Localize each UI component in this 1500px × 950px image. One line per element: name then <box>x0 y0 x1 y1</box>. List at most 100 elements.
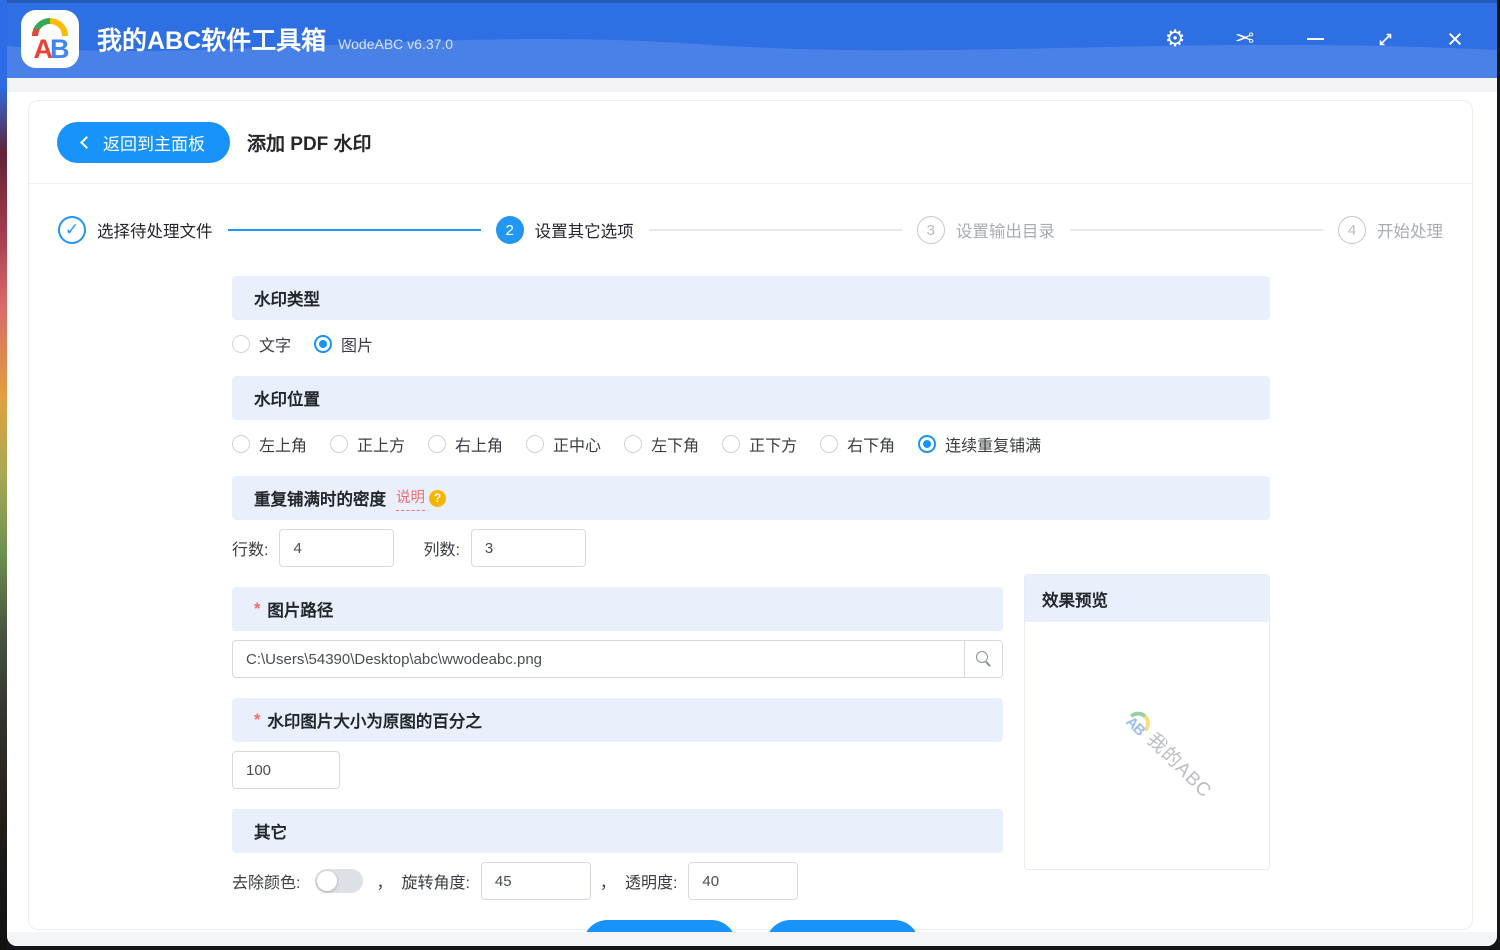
radio-label: 文字 <box>259 338 292 355</box>
opacity-input[interactable] <box>688 862 799 900</box>
radio-position-bottom-center[interactable]: 正下方 <box>722 432 797 456</box>
minimize-button[interactable] <box>1287 17 1343 61</box>
required-mark: * <box>254 599 261 618</box>
radio-position-tile-repeat[interactable]: 连续重复铺满 <box>918 432 1041 456</box>
radio-icon <box>330 435 349 453</box>
chevron-left-icon <box>80 136 93 149</box>
section-title: 图片路径 <box>267 602 334 620</box>
radio-label: 连续重复铺满 <box>945 438 1042 455</box>
radio-icon <box>428 435 447 453</box>
cols-input[interactable] <box>470 529 586 567</box>
radio-label: 右下角 <box>847 438 896 455</box>
section-title: 水印位置 <box>254 391 320 409</box>
radio-icon <box>722 435 741 453</box>
radio-label: 左下角 <box>651 438 700 455</box>
radio-label: 正下方 <box>749 438 798 455</box>
rows-input[interactable] <box>279 529 395 567</box>
size-percent-input[interactable] <box>232 751 340 789</box>
settings-button[interactable]: ⚙ <box>1147 17 1203 61</box>
section-title: 水印类型 <box>254 291 320 309</box>
back-to-dashboard-button[interactable]: 返回到主面板 <box>57 122 230 163</box>
radio-icon <box>232 335 250 353</box>
radio-position-center[interactable]: 正中心 <box>526 432 601 456</box>
search-icon <box>975 651 992 667</box>
back-button-label: 返回到主面板 <box>103 135 205 154</box>
wizard-stepper: ✓ 选择待处理文件 2 设置其它选项 3 设置输出目录 4 开始处理 <box>29 184 1472 276</box>
radio-icon <box>314 335 333 353</box>
stepper-step-select-files: ✓ 选择待处理文件 <box>58 216 213 244</box>
remove-color-toggle[interactable] <box>315 869 364 893</box>
scissors-icon: ✂ <box>1235 25 1255 52</box>
maximize-button[interactable] <box>1357 17 1413 61</box>
radio-position-top-left[interactable]: 左上角 <box>232 432 307 456</box>
separator: ， <box>376 875 393 892</box>
step-label: 开始处理 <box>1377 223 1444 241</box>
radio-label: 正中心 <box>553 438 602 455</box>
titlebar-actions: ⚙ ✂ × <box>1147 17 1483 61</box>
close-button[interactable]: × <box>1427 17 1483 61</box>
cols-label: 列数: <box>423 542 460 559</box>
section-title: 重复铺满时的密度 <box>254 491 386 509</box>
density-help-link[interactable]: 说明 <box>396 486 425 511</box>
image-path-group <box>232 640 1003 678</box>
help-question-icon[interactable]: ? <box>429 489 446 507</box>
radio-position-bottom-left[interactable]: 左下角 <box>624 432 699 456</box>
app-version: WodeABC v6.37.0 <box>338 36 454 52</box>
panel-header: 返回到主面板 添加 PDF 水印 <box>29 101 1472 184</box>
watermark-position-options: 左上角 正上方 右上角 正中心 左下角 正下方 右下角 连续重复铺满 <box>232 429 1270 459</box>
screenshot-button[interactable]: ✂ <box>1217 17 1273 61</box>
preview-title: 效果预览 <box>1025 575 1269 622</box>
app-logo: AB <box>21 10 79 68</box>
other-header: 其它 <box>232 809 1003 853</box>
rotate-angle-input[interactable] <box>480 862 591 900</box>
step-number: 2 <box>495 216 524 244</box>
radio-image-watermark[interactable]: 图片 <box>314 332 373 356</box>
image-path-input[interactable] <box>232 640 965 678</box>
stepper-connector <box>648 229 902 231</box>
desktop-background <box>0 0 7 950</box>
effect-preview-panel: 效果预览 AB 我的ABC <box>1024 574 1270 870</box>
radio-label: 右上角 <box>455 438 504 455</box>
section-title: 水印图片大小为原图的百分之 <box>267 713 482 731</box>
radio-icon <box>624 435 643 453</box>
gear-icon: ⚙ <box>1164 25 1186 52</box>
watermark-type-options: 文字 图片 <box>232 329 1270 359</box>
close-icon: × <box>1447 23 1463 54</box>
radio-icon <box>526 435 545 453</box>
browse-file-button[interactable] <box>965 640 1003 678</box>
radio-label: 左上角 <box>259 438 308 455</box>
radio-label: 图片 <box>341 338 374 355</box>
radio-position-bottom-right[interactable]: 右下角 <box>820 432 895 456</box>
step-number: 3 <box>916 216 945 244</box>
options-form: 水印类型 文字 图片 水印位置 左上角 正上方 右上角 正中心 左下角 正下方 … <box>232 276 1270 946</box>
section-title: 其它 <box>254 824 287 842</box>
window-footer-strip <box>7 932 1497 946</box>
radio-icon <box>820 435 839 453</box>
titlebar: AB 我的ABC软件工具箱 WodeABC v6.37.0 ⚙ ✂ × <box>7 0 1497 78</box>
step-label: 设置输出目录 <box>955 223 1055 241</box>
tile-density-header: 重复铺满时的密度 说明 ? <box>232 476 1270 520</box>
rows-label: 行数: <box>232 542 269 559</box>
step-number: 4 <box>1338 216 1367 244</box>
radio-position-top-center[interactable]: 正上方 <box>330 432 405 456</box>
size-percent-row <box>232 751 1003 789</box>
watermark-type-header: 水印类型 <box>232 276 1270 320</box>
radio-text-watermark[interactable]: 文字 <box>232 332 291 356</box>
opacity-label: 透明度: <box>624 875 678 892</box>
minimize-icon <box>1306 38 1324 40</box>
preview-canvas: AB 我的ABC <box>1025 622 1269 869</box>
image-path-header: * 图片路径 <box>232 587 1003 631</box>
image-path-row <box>232 640 1003 678</box>
step-check-icon: ✓ <box>58 216 86 244</box>
app-window: AB 我的ABC软件工具箱 WodeABC v6.37.0 ⚙ ✂ × 返回到主… <box>7 0 1497 946</box>
titlebar-shadow-strip <box>7 78 1497 92</box>
radio-position-top-right[interactable]: 右上角 <box>428 432 503 456</box>
stepper-connector <box>227 229 481 231</box>
main-panel: 返回到主面板 添加 PDF 水印 ✓ 选择待处理文件 2 设置其它选项 3 设置… <box>28 100 1473 946</box>
stepper-step-output-dir: 3 设置输出目录 <box>916 216 1055 244</box>
page-title: 添加 PDF 水印 <box>247 134 372 155</box>
size-percent-header: * 水印图片大小为原图的百分之 <box>232 698 1003 742</box>
tile-density-row: 行数: 列数: <box>232 529 1270 567</box>
watermark-text: 我的ABC <box>1142 729 1216 803</box>
stepper-step-start: 4 开始处理 <box>1338 216 1443 244</box>
